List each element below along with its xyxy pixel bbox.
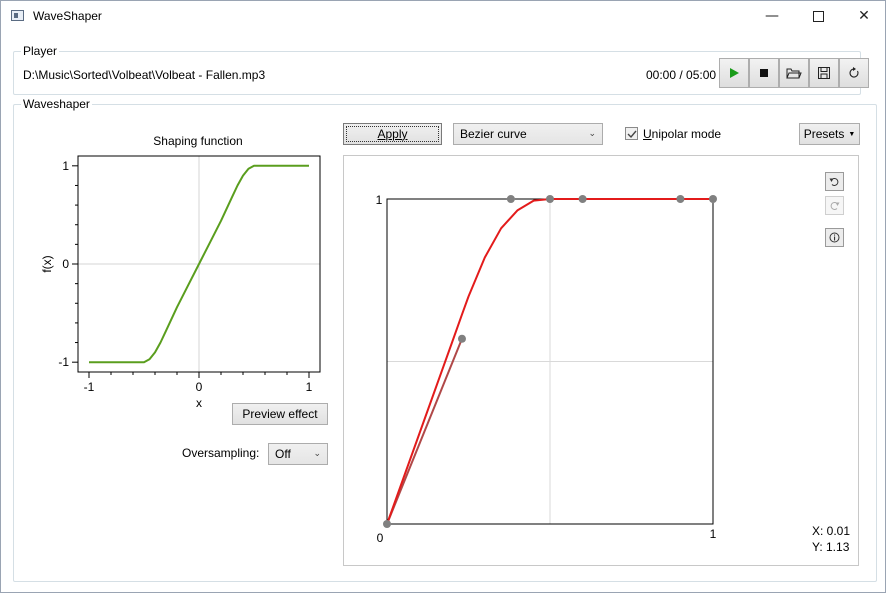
title-bar[interactable]: WaveShaper — ✕ — [1, 1, 885, 31]
file-path: D:\Music\Sorted\Volbeat\Volbeat - Fallen… — [23, 68, 266, 82]
stop-icon — [760, 69, 768, 77]
info-icon — [829, 232, 840, 243]
chevron-down-icon: ⌄ — [588, 128, 596, 138]
x-axis-label: x — [196, 396, 202, 410]
close-button[interactable]: ✕ — [841, 1, 886, 31]
play-icon — [730, 68, 739, 78]
minimize-button[interactable]: — — [749, 1, 795, 31]
open-file-button[interactable] — [779, 58, 809, 88]
presets-label: Presets — [803, 127, 845, 141]
chart-title: Shaping function — [153, 134, 242, 148]
shaping-function-chart: Shaping function -1 0 1 1 0 -1 x f(x) — [40, 134, 321, 410]
x-tick-label: -1 — [84, 380, 95, 394]
save-icon — [818, 67, 830, 79]
control-point — [383, 520, 391, 528]
checkmark-icon — [627, 130, 637, 139]
control-point — [546, 195, 554, 203]
maximize-icon — [812, 11, 824, 22]
info-button[interactable] — [825, 228, 844, 247]
dropdown-arrow-icon: ▼ — [848, 130, 856, 138]
linear-segment — [386, 338, 463, 525]
curve-type-select[interactable]: Bezier curve ⌄ — [453, 123, 603, 145]
unipolar-label[interactable]: Unipolar mode — [643, 127, 721, 141]
time-display: 00:00 / 05:00 — [646, 68, 717, 82]
preview-effect-button[interactable]: Preview effect — [232, 403, 328, 425]
unipolar-label-accesskey: U — [643, 127, 652, 141]
player-group-label: Player — [21, 44, 60, 58]
control-point — [676, 195, 685, 203]
app-icon — [11, 10, 24, 21]
x-tick-label: 1 — [710, 527, 717, 541]
play-button[interactable] — [719, 58, 749, 88]
apply-label: Apply — [377, 127, 408, 141]
control-point — [506, 195, 515, 203]
presets-button[interactable]: Presets ▼ — [799, 123, 860, 145]
stop-button[interactable] — [749, 58, 779, 88]
reload-button[interactable] — [839, 58, 869, 88]
x-tick-label: 1 — [306, 380, 313, 394]
y-tick-label: 0 — [62, 257, 69, 271]
oversampling-select[interactable]: Off ⌄ — [268, 443, 328, 465]
redo-button[interactable] — [825, 196, 844, 215]
cursor-y-readout: Y: 1.13 — [812, 540, 850, 554]
y-tick-label: 1 — [62, 159, 69, 173]
undo-button[interactable] — [825, 172, 844, 191]
waveshaper-group-label: Waveshaper — [21, 97, 92, 111]
control-point — [457, 334, 466, 343]
apply-button[interactable]: Apply — [343, 123, 442, 145]
oversampling-value: Off — [275, 447, 291, 461]
curve-type-value: Bezier curve — [460, 127, 527, 141]
maximize-button[interactable] — [795, 1, 841, 31]
x-tick-label: 0 — [377, 531, 384, 545]
app-window: WaveShaper — ✕ Player D:\Music\Sorted\Vo… — [0, 0, 886, 593]
open-folder-icon — [786, 68, 802, 79]
reload-icon — [849, 67, 859, 78]
control-point — [578, 195, 587, 203]
cursor-x-readout: X: 0.01 — [812, 524, 851, 538]
chevron-down-icon: ⌄ — [313, 448, 321, 458]
undo-icon — [829, 177, 839, 186]
unipolar-checkbox[interactable] — [625, 127, 638, 140]
y-tick-label: -1 — [58, 355, 69, 369]
y-axis-label: f(x) — [40, 255, 54, 272]
control-point — [709, 195, 717, 203]
oversampling-label: Oversampling: — [182, 446, 260, 460]
window-title: WaveShaper — [33, 9, 102, 23]
x-tick-label: 0 — [196, 380, 203, 394]
save-button[interactable] — [809, 58, 839, 88]
redo-icon — [830, 201, 840, 210]
y-tick-label: 1 — [376, 193, 383, 207]
unipolar-label-rest: nipolar mode — [651, 127, 722, 141]
curve-editor-chart[interactable]: 0 1 1 — [361, 186, 761, 546]
